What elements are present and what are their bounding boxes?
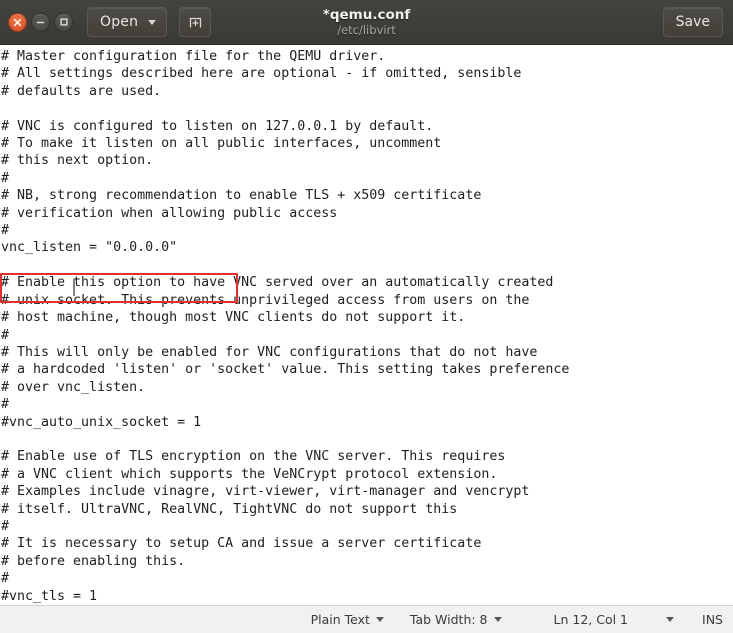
new-document-button[interactable]	[179, 7, 212, 37]
save-button[interactable]: Save	[662, 7, 723, 37]
new-document-icon	[189, 17, 201, 27]
tab-width-label: Tab Width: 8	[409, 612, 488, 627]
minimize-window-button[interactable]	[31, 12, 50, 32]
close-window-button[interactable]	[8, 12, 27, 32]
insert-mode-label: INS	[702, 612, 723, 627]
open-button-label: Open	[100, 14, 139, 30]
gedit-window: Open *qemu.conf /etc/libvirt Save # Mast…	[0, 0, 733, 633]
file-path-subtitle: /etc/libvirt	[337, 23, 396, 37]
text-editor-area[interactable]: # Master configuration file for the QEMU…	[0, 45, 733, 605]
text-cursor	[73, 279, 75, 296]
chevron-down-icon	[375, 617, 384, 622]
chevron-down-icon	[148, 19, 157, 25]
open-button[interactable]: Open	[87, 7, 168, 37]
cursor-position: Ln 12, Col 1	[554, 612, 629, 627]
maximize-window-button[interactable]	[54, 12, 73, 32]
page-title: *qemu.conf	[322, 7, 411, 23]
cursor-position-label: Ln 12, Col 1	[553, 612, 629, 627]
minimize-icon	[36, 21, 45, 23]
close-icon	[13, 18, 22, 26]
save-button-label: Save	[675, 14, 710, 30]
title-bar: Open *qemu.conf /etc/libvirt Save	[0, 0, 733, 45]
status-bar: Plain Text Tab Width: 8 Ln 12, Col 1 INS	[0, 605, 733, 633]
insert-mode-indicator[interactable]: INS	[702, 612, 723, 627]
window-controls	[8, 12, 73, 32]
maximize-icon	[59, 18, 68, 26]
chevron-down-icon	[666, 617, 675, 622]
editor-content[interactable]: # Master configuration file for the QEMU…	[0, 45, 569, 605]
chevron-down-icon	[493, 617, 502, 622]
language-label: Plain Text	[310, 612, 370, 627]
language-selector[interactable]: Plain Text	[311, 612, 384, 627]
cursor-position-selector[interactable]	[666, 617, 675, 622]
tab-width-selector[interactable]: Tab Width: 8	[410, 612, 502, 627]
